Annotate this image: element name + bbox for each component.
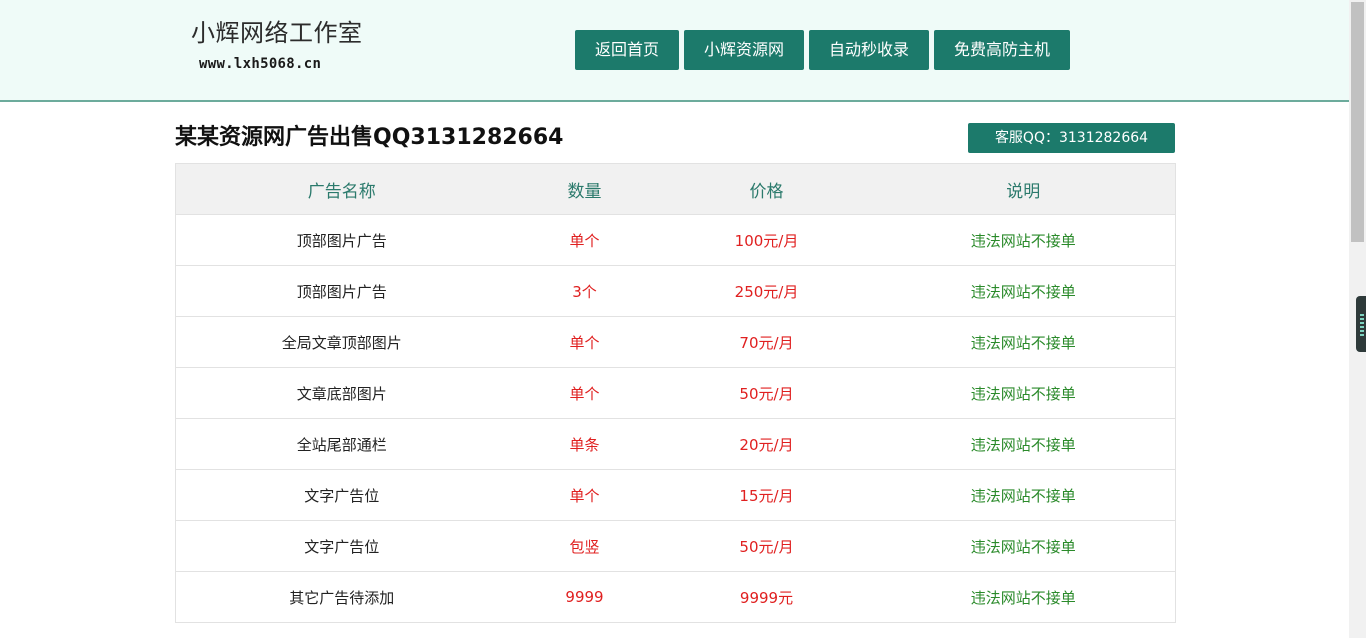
- table-row: 其它广告待添加 9999 9999元 违法网站不接单: [175, 571, 1176, 623]
- cell-qty: 单条: [507, 418, 662, 470]
- col-header-note: 说明: [871, 163, 1176, 215]
- cell-name: 文字广告位: [175, 520, 508, 572]
- table-row: 顶部图片广告 单个 100元/月 违法网站不接单: [175, 214, 1176, 266]
- cell-price: 70元/月: [661, 316, 872, 368]
- col-header-qty: 数量: [507, 163, 662, 215]
- cell-qty: 单个: [507, 214, 662, 266]
- nav-resource-button[interactable]: 小辉资源网: [684, 30, 804, 70]
- cell-note: 违法网站不接单: [871, 214, 1176, 266]
- cell-name: 全局文章顶部图片: [175, 316, 508, 368]
- cell-note: 违法网站不接单: [871, 367, 1176, 419]
- nav-home-button[interactable]: 返回首页: [575, 30, 679, 70]
- table-row: 文章底部图片 单个 50元/月 违法网站不接单: [175, 367, 1176, 419]
- cell-qty: 9999: [507, 571, 662, 623]
- table-row: 全局文章顶部图片 单个 70元/月 违法网站不接单: [175, 316, 1176, 368]
- cell-price: 15元/月: [661, 469, 872, 521]
- table-header-row: 广告名称 数量 价格 说明: [175, 163, 1176, 215]
- site-header: 小辉网络工作室 www.lxh5068.cn 返回首页 小辉资源网 自动秒收录 …: [0, 0, 1349, 102]
- cell-name: 顶部图片广告: [175, 265, 508, 317]
- table-row: 文字广告位 包竖 50元/月 违法网站不接单: [175, 520, 1176, 572]
- cell-name: 其它广告待添加: [175, 571, 508, 623]
- cell-price: 250元/月: [661, 265, 872, 317]
- col-header-name: 广告名称: [175, 163, 508, 215]
- cell-note: 违法网站不接单: [871, 571, 1176, 623]
- cell-note: 违法网站不接单: [871, 520, 1176, 572]
- cell-note: 违法网站不接单: [871, 418, 1176, 470]
- cell-note: 违法网站不接单: [871, 265, 1176, 317]
- cell-qty: 单个: [507, 316, 662, 368]
- cell-name: 文章底部图片: [175, 367, 508, 419]
- cell-name: 文字广告位: [175, 469, 508, 521]
- cell-price: 20元/月: [661, 418, 872, 470]
- cell-qty: 单个: [507, 469, 662, 521]
- col-header-price: 价格: [661, 163, 872, 215]
- kefu-qq-button[interactable]: 客服QQ：3131282664: [968, 123, 1175, 153]
- table-row: 文字广告位 单个 15元/月 违法网站不接单: [175, 469, 1176, 521]
- cell-price: 50元/月: [661, 367, 872, 419]
- logo-url[interactable]: www.lxh5068.cn: [199, 55, 321, 73]
- logo-title[interactable]: 小辉网络工作室: [191, 17, 363, 49]
- cell-name: 全站尾部通栏: [175, 418, 508, 470]
- cell-price: 100元/月: [661, 214, 872, 266]
- side-tab-grip-icon: [1360, 314, 1364, 336]
- cell-note: 违法网站不接单: [871, 316, 1176, 368]
- scrollbar-thumb[interactable]: [1351, 2, 1364, 242]
- table-row: 顶部图片广告 3个 250元/月 违法网站不接单: [175, 265, 1176, 317]
- page-title: 某某资源网广告出售QQ3131282664: [175, 125, 564, 150]
- nav-free-host-button[interactable]: 免费高防主机: [934, 30, 1070, 70]
- cell-name: 顶部图片广告: [175, 214, 508, 266]
- cell-qty: 包竖: [507, 520, 662, 572]
- cell-qty: 3个: [507, 265, 662, 317]
- cell-price: 9999元: [661, 571, 872, 623]
- nav-auto-index-button[interactable]: 自动秒收录: [809, 30, 929, 70]
- ad-price-table: 广告名称 数量 价格 说明 顶部图片广告 单个 100元/月 违法网站不接单 顶…: [175, 163, 1176, 623]
- cell-price: 50元/月: [661, 520, 872, 572]
- cell-note: 违法网站不接单: [871, 469, 1176, 521]
- cell-qty: 单个: [507, 367, 662, 419]
- table-row: 全站尾部通栏 单条 20元/月 违法网站不接单: [175, 418, 1176, 470]
